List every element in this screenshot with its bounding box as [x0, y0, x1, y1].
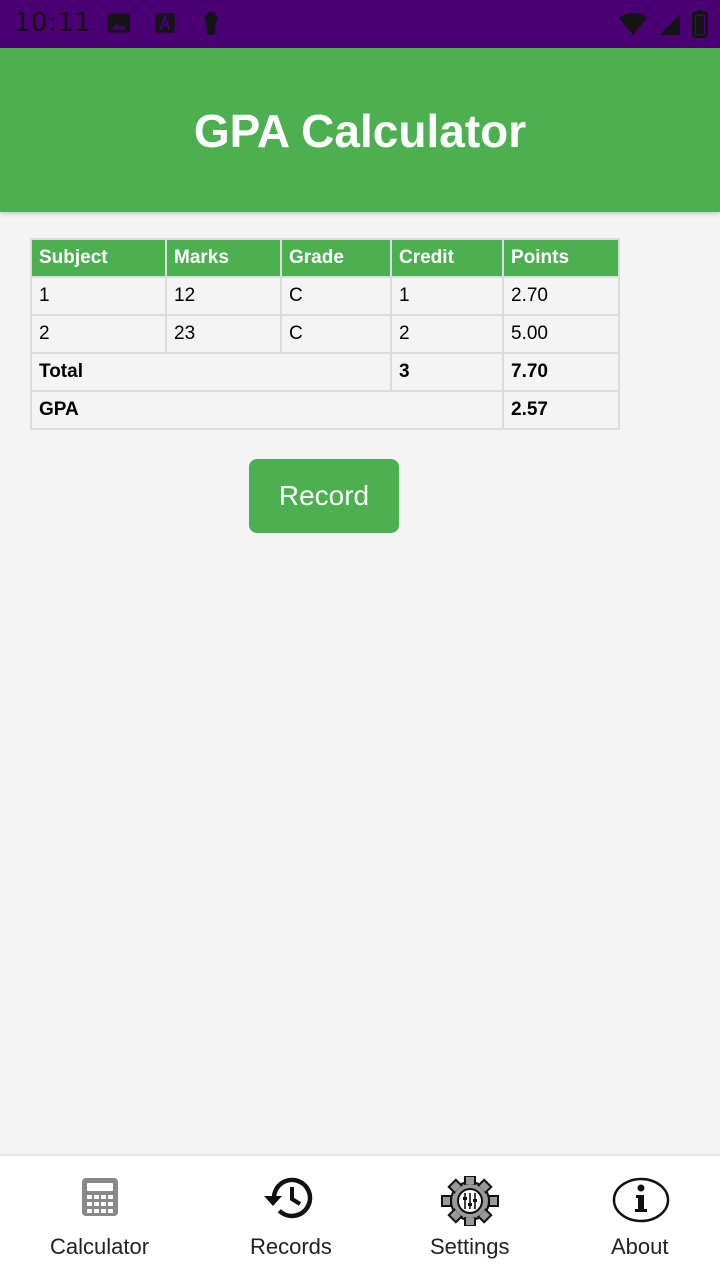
gpa-value: 2.57 [502, 390, 620, 430]
header-subject: Subject [30, 238, 167, 278]
app-title: GPA Calculator [193, 105, 527, 157]
cell-points: 2.70 [502, 276, 620, 316]
cell-subject: 2 [30, 314, 167, 354]
cell-subject: 1 [30, 276, 167, 316]
wifi-icon [619, 12, 647, 35]
header-grade: Grade [280, 238, 392, 278]
history-icon [264, 1177, 313, 1219]
header-credit: Credit [390, 238, 504, 278]
gpa-label: GPA [30, 390, 504, 430]
total-row: Total 3 7.70 [30, 352, 620, 392]
system-icons [618, 10, 708, 38]
status-bar: 10:11 [0, 0, 720, 48]
status-time: 10:11 [14, 8, 92, 38]
settings-gear-icon [441, 1176, 499, 1226]
table-row: 1 12 C 1 2.70 [30, 276, 620, 316]
cell-marks: 23 [165, 314, 282, 354]
app-bar: GPA Calculator [0, 48, 720, 212]
table-row: 2 23 C 2 5.00 [30, 314, 620, 354]
cell-points: 5.00 [502, 314, 620, 354]
nav-item-about[interactable]: About [600, 1156, 680, 1280]
nav-label-settings: Settings [430, 1234, 510, 1259]
nav-item-calculator[interactable]: Calculator [40, 1156, 160, 1280]
cell-marks: 12 [165, 276, 282, 316]
total-credit: 3 [390, 352, 504, 392]
font-notification-icon [155, 13, 175, 33]
calculator-icon [82, 1178, 118, 1216]
nav-item-records[interactable]: Records [240, 1156, 340, 1280]
bottom-navigation: Calculator Records Settings About [0, 1156, 720, 1280]
cell-credit: 2 [390, 314, 504, 354]
nav-label-about: About [611, 1234, 669, 1259]
cell-grade: C [280, 314, 392, 354]
battery-icon [692, 10, 708, 38]
header-marks: Marks [165, 238, 282, 278]
signal-icon [660, 14, 680, 35]
cell-grade: C [280, 276, 392, 316]
image-notification-icon [108, 13, 130, 33]
notification-icons [106, 10, 224, 36]
info-icon [612, 1177, 670, 1223]
header-points: Points [502, 238, 620, 278]
gpa-row: GPA 2.57 [30, 390, 620, 430]
record-button[interactable]: Record [249, 459, 399, 533]
nav-label-calculator: Calculator [50, 1234, 150, 1259]
table-header-row: Subject Marks Grade Credit Points [30, 238, 620, 278]
gpa-table: Subject Marks Grade Credit Points 1 12 C… [30, 238, 620, 430]
nav-label-records: Records [250, 1234, 332, 1259]
keyhole-notification-icon [204, 12, 218, 35]
total-label: Total [30, 352, 392, 392]
total-points: 7.70 [502, 352, 620, 392]
cell-credit: 1 [390, 276, 504, 316]
nav-item-settings[interactable]: Settings [420, 1156, 520, 1280]
